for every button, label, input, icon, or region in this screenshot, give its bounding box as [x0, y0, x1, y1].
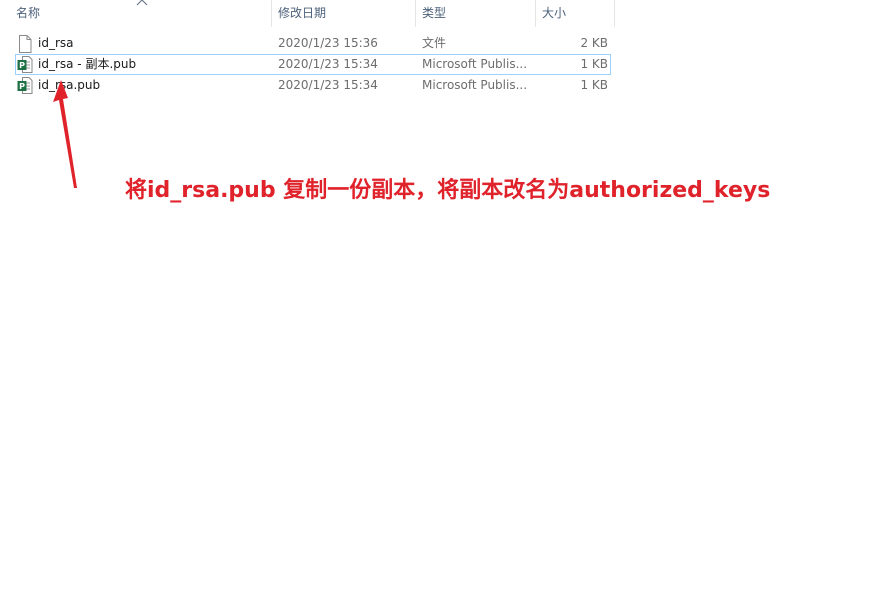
file-type: Microsoft Publis...	[422, 57, 528, 71]
annotation-text: 将id_rsa.pub 复制一份副本，将副本改名为authorized_keys	[125, 178, 771, 203]
publisher-file-icon: P	[17, 56, 33, 73]
column-header-modified[interactable]: 修改日期	[272, 0, 415, 27]
column-header-type[interactable]: 类型	[416, 0, 535, 27]
svg-text:P: P	[19, 61, 25, 70]
file-row[interactable]: Pid_rsa.pub 2020/1/23 15:34 Microsoft Publ…	[15, 75, 611, 96]
file-size: 1 KB	[580, 78, 608, 92]
file-size: 2 KB	[580, 36, 608, 50]
publisher-file-icon: P	[17, 77, 33, 94]
svg-text:P: P	[19, 82, 25, 91]
file-type: 文件	[422, 36, 447, 50]
file-modified-date: 2020/1/23 15:34	[278, 57, 378, 71]
file-size: 1 KB	[580, 57, 608, 71]
file-modified-date: 2020/1/23 15:34	[278, 78, 378, 92]
column-header-row: 名称 修改日期 类型 大小	[0, 0, 616, 27]
column-divider[interactable]	[614, 0, 615, 27]
column-header-size[interactable]: 大小	[536, 0, 614, 27]
generic-file-icon	[19, 35, 32, 53]
file-type: Microsoft Publis...	[422, 78, 528, 92]
file-row[interactable]: Pid_rsa - 副本.pub 2020/1/23 15:34 Microsoft…	[15, 54, 611, 75]
column-header-name[interactable]: 名称	[10, 0, 272, 27]
file-row[interactable]: id_rsa 2020/1/23 15:36 文件 2 KB	[15, 33, 611, 54]
annotation-arrow	[53, 80, 77, 188]
file-name[interactable]: id_rsa	[38, 34, 74, 53]
file-explorer-window: 名称 修改日期 类型 大小 id_rsa 2020/1/23 15:36 文件 2 K…	[0, 0, 869, 597]
file-modified-date: 2020/1/23 15:36	[278, 36, 378, 50]
